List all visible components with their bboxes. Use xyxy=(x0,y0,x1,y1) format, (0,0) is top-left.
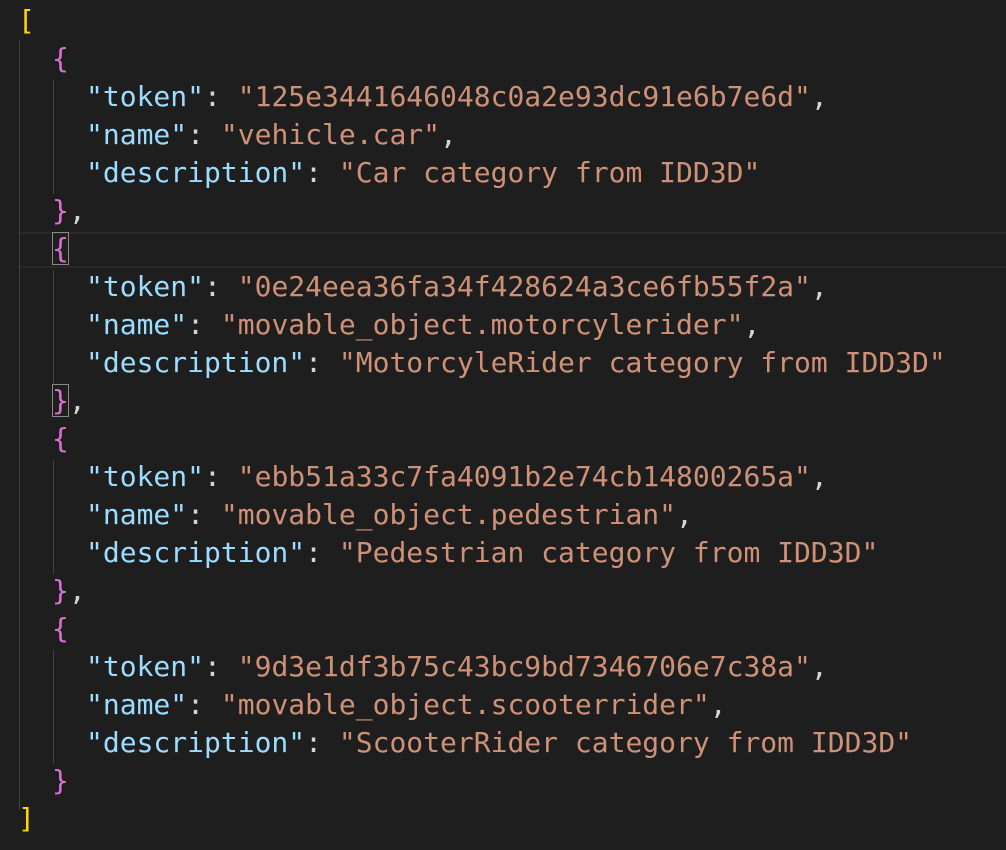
colon: : xyxy=(204,650,238,683)
close-bracket: ] xyxy=(18,802,35,835)
colon: : xyxy=(187,118,221,151)
json-string-value: "movable_object.motorcylerider" xyxy=(220,308,744,341)
json-key: "description" xyxy=(86,156,306,189)
colon: : xyxy=(187,688,221,721)
comma: , xyxy=(440,118,457,151)
close-brace: } xyxy=(52,764,69,797)
json-string-value: "vehicle.car" xyxy=(220,118,441,151)
code-editor[interactable]: [ { "token": "125e3441646048c0a2e93dc91e6b… xyxy=(0,0,1006,850)
code-line[interactable]: }, xyxy=(52,572,1006,610)
close-brace: } xyxy=(52,194,69,227)
json-string-value: "125e3441646048c0a2e93dc91e6b7e6d" xyxy=(237,80,811,113)
code-line[interactable]: "token": "125e3441646048c0a2e93dc91e6b7e… xyxy=(86,78,1006,116)
json-key: "description" xyxy=(86,726,306,759)
code-line[interactable]: "description": "MotorcyleRider category … xyxy=(86,344,1006,382)
code-line[interactable]: "name": "movable_object.motorcylerider", xyxy=(86,306,1006,344)
code-line[interactable]: "name": "vehicle.car", xyxy=(86,116,1006,154)
indent-guide xyxy=(53,460,54,574)
code-line[interactable]: "description": "ScooterRider category fr… xyxy=(86,724,1006,762)
json-string-value: "movable_object.scooterrider" xyxy=(220,688,710,721)
colon: : xyxy=(305,536,339,569)
colon: : xyxy=(204,460,238,493)
indent-guide xyxy=(53,650,54,764)
json-key: "token" xyxy=(86,460,205,493)
code-line[interactable]: "name": "movable_object.scooterrider", xyxy=(86,686,1006,724)
json-key: "name" xyxy=(86,498,188,531)
open-brace: { xyxy=(52,422,69,455)
code-line[interactable]: "name": "movable_object.pedestrian", xyxy=(86,496,1006,534)
code-line[interactable]: "token": "9d3e1df3b75c43bc9bd7346706e7c3… xyxy=(86,648,1006,686)
code-line[interactable]: "description": "Pedestrian category from… xyxy=(86,534,1006,572)
json-string-value: "MotorcyleRider category from IDD3D" xyxy=(338,346,946,379)
json-key: "description" xyxy=(86,536,306,569)
code-line[interactable]: }, xyxy=(52,382,1006,420)
comma: , xyxy=(709,688,727,721)
indent-guide xyxy=(53,270,54,384)
open-brace: { xyxy=(52,612,69,645)
json-key: "token" xyxy=(86,650,205,683)
code-line[interactable]: "token": "ebb51a33c7fa4091b2e74cb1480026… xyxy=(86,458,1006,496)
open-brace: { xyxy=(52,42,69,75)
code-line[interactable]: { xyxy=(52,230,1006,268)
code-line[interactable]: } xyxy=(52,762,1006,800)
comma: , xyxy=(743,308,761,341)
json-key: "name" xyxy=(86,688,188,721)
comma: , xyxy=(68,574,86,607)
comma: , xyxy=(68,194,86,227)
colon: : xyxy=(305,346,339,379)
comma: , xyxy=(68,384,86,417)
code-line[interactable]: }, xyxy=(52,192,1006,230)
code-line[interactable]: [ xyxy=(18,2,1006,40)
code-line[interactable]: { xyxy=(52,610,1006,648)
comma: , xyxy=(810,80,828,113)
json-string-value: "Pedestrian category from IDD3D" xyxy=(338,536,879,569)
json-key: "name" xyxy=(86,308,188,341)
code-line[interactable]: ] xyxy=(18,800,1006,838)
comma: , xyxy=(810,650,828,683)
open-brace: { xyxy=(52,232,69,265)
json-string-value: "Car category from IDD3D" xyxy=(338,156,761,189)
colon: : xyxy=(204,270,238,303)
code-line[interactable]: { xyxy=(52,420,1006,458)
json-key: "token" xyxy=(86,270,205,303)
json-string-value: "0e24eea36fa34f428624a3ce6fb55f2a" xyxy=(237,270,811,303)
colon: : xyxy=(204,80,238,113)
close-brace: } xyxy=(52,384,69,417)
close-brace: } xyxy=(52,574,69,607)
json-key: "description" xyxy=(86,346,306,379)
colon: : xyxy=(187,498,221,531)
code-line[interactable]: "description": "Car category from IDD3D" xyxy=(86,154,1006,192)
comma: , xyxy=(810,460,828,493)
code-line[interactable]: "token": "0e24eea36fa34f428624a3ce6fb55f… xyxy=(86,268,1006,306)
json-string-value: "ebb51a33c7fa4091b2e74cb14800265a" xyxy=(237,460,811,493)
json-string-value: "movable_object.pedestrian" xyxy=(220,498,677,531)
comma: , xyxy=(676,498,693,531)
colon: : xyxy=(187,308,221,341)
json-key: "token" xyxy=(86,80,205,113)
comma: , xyxy=(810,270,828,303)
indent-guide xyxy=(53,80,54,194)
json-key: "name" xyxy=(86,118,188,151)
colon: : xyxy=(305,726,339,759)
code-line[interactable]: { xyxy=(52,40,1006,78)
json-string-value: "ScooterRider category from IDD3D" xyxy=(338,726,913,759)
json-string-value: "9d3e1df3b75c43bc9bd7346706e7c38a" xyxy=(237,650,811,683)
open-bracket: [ xyxy=(18,4,35,37)
indent-guide xyxy=(19,40,20,810)
colon: : xyxy=(305,156,339,189)
